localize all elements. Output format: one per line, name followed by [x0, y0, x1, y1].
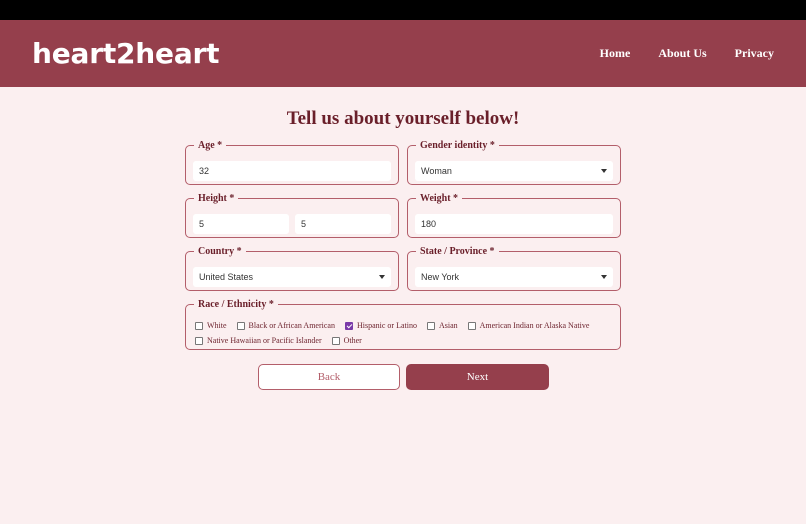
state-select[interactable]: New York — [415, 267, 613, 287]
gender-select[interactable]: Woman — [415, 161, 613, 181]
chevron-down-icon — [601, 169, 607, 173]
race-options-row-1: White Black or African American Hispanic… — [195, 321, 599, 330]
height-inches-input[interactable]: 5 — [295, 214, 391, 234]
checkbox-hispanic[interactable] — [344, 321, 353, 330]
race-option-american-indian[interactable]: American Indian or Alaska Native — [467, 321, 589, 330]
checkbox-white[interactable] — [195, 321, 203, 330]
country-label: Country * — [198, 246, 242, 257]
main-nav: Home About Us Privacy — [600, 46, 774, 61]
height-fieldset: Height * 5 5 — [185, 193, 399, 238]
checkbox-native-hawaiian[interactable] — [195, 336, 203, 345]
nav-link-about-us[interactable]: About Us — [658, 46, 706, 61]
checkbox-american-indian[interactable] — [467, 321, 476, 330]
race-options-row-2: Native Hawaiian or Pacific Islander Othe… — [195, 336, 372, 345]
height-feet-input[interactable]: 5 — [193, 214, 289, 234]
weight-input[interactable]: 180 — [415, 214, 613, 234]
next-button[interactable]: Next — [406, 364, 549, 390]
chevron-down-icon — [601, 275, 607, 279]
height-label: Height * — [198, 193, 235, 204]
gender-fieldset: Gender identity * Woman — [407, 140, 621, 185]
gender-select-value: Woman — [421, 166, 452, 176]
age-fieldset: Age * 32 — [185, 140, 399, 185]
gender-label: Gender identity * — [420, 140, 495, 151]
top-black-bar — [0, 0, 806, 20]
state-select-value: New York — [421, 272, 460, 282]
race-option-black[interactable]: Black or African American — [236, 321, 335, 330]
country-select-value: United States — [199, 272, 254, 282]
state-label: State / Province * — [420, 246, 495, 257]
country-fieldset: Country * United States — [185, 246, 399, 291]
page-title: Tell us about yourself below! — [286, 108, 520, 129]
site-logo[interactable]: heart2heart — [32, 37, 220, 70]
country-select[interactable]: United States — [193, 267, 391, 287]
nav-link-home[interactable]: Home — [600, 46, 631, 61]
checkbox-black[interactable] — [236, 321, 245, 330]
checkbox-other[interactable] — [331, 336, 340, 345]
state-fieldset: State / Province * New York — [407, 246, 621, 291]
race-ethnicity-label: Race / Ethnicity * — [198, 299, 274, 310]
weight-label: Weight * — [420, 193, 459, 204]
nav-link-privacy[interactable]: Privacy — [735, 46, 774, 61]
race-option-white[interactable]: White — [195, 321, 227, 330]
race-option-hispanic[interactable]: Hispanic or Latino — [344, 321, 417, 330]
age-label: Age * — [198, 140, 223, 151]
race-option-asian[interactable]: Asian — [426, 321, 458, 330]
race-ethnicity-fieldset: Race / Ethnicity * White Black or Africa… — [185, 299, 621, 350]
site-header: heart2heart Home About Us Privacy — [0, 20, 806, 87]
race-option-other[interactable]: Other — [331, 336, 362, 345]
race-option-native-hawaiian[interactable]: Native Hawaiian or Pacific Islander — [195, 336, 322, 345]
age-input[interactable]: 32 — [193, 161, 391, 181]
checkbox-asian[interactable] — [426, 321, 435, 330]
back-button[interactable]: Back — [258, 364, 400, 390]
chevron-down-icon — [379, 275, 385, 279]
weight-fieldset: Weight * 180 — [407, 193, 621, 238]
